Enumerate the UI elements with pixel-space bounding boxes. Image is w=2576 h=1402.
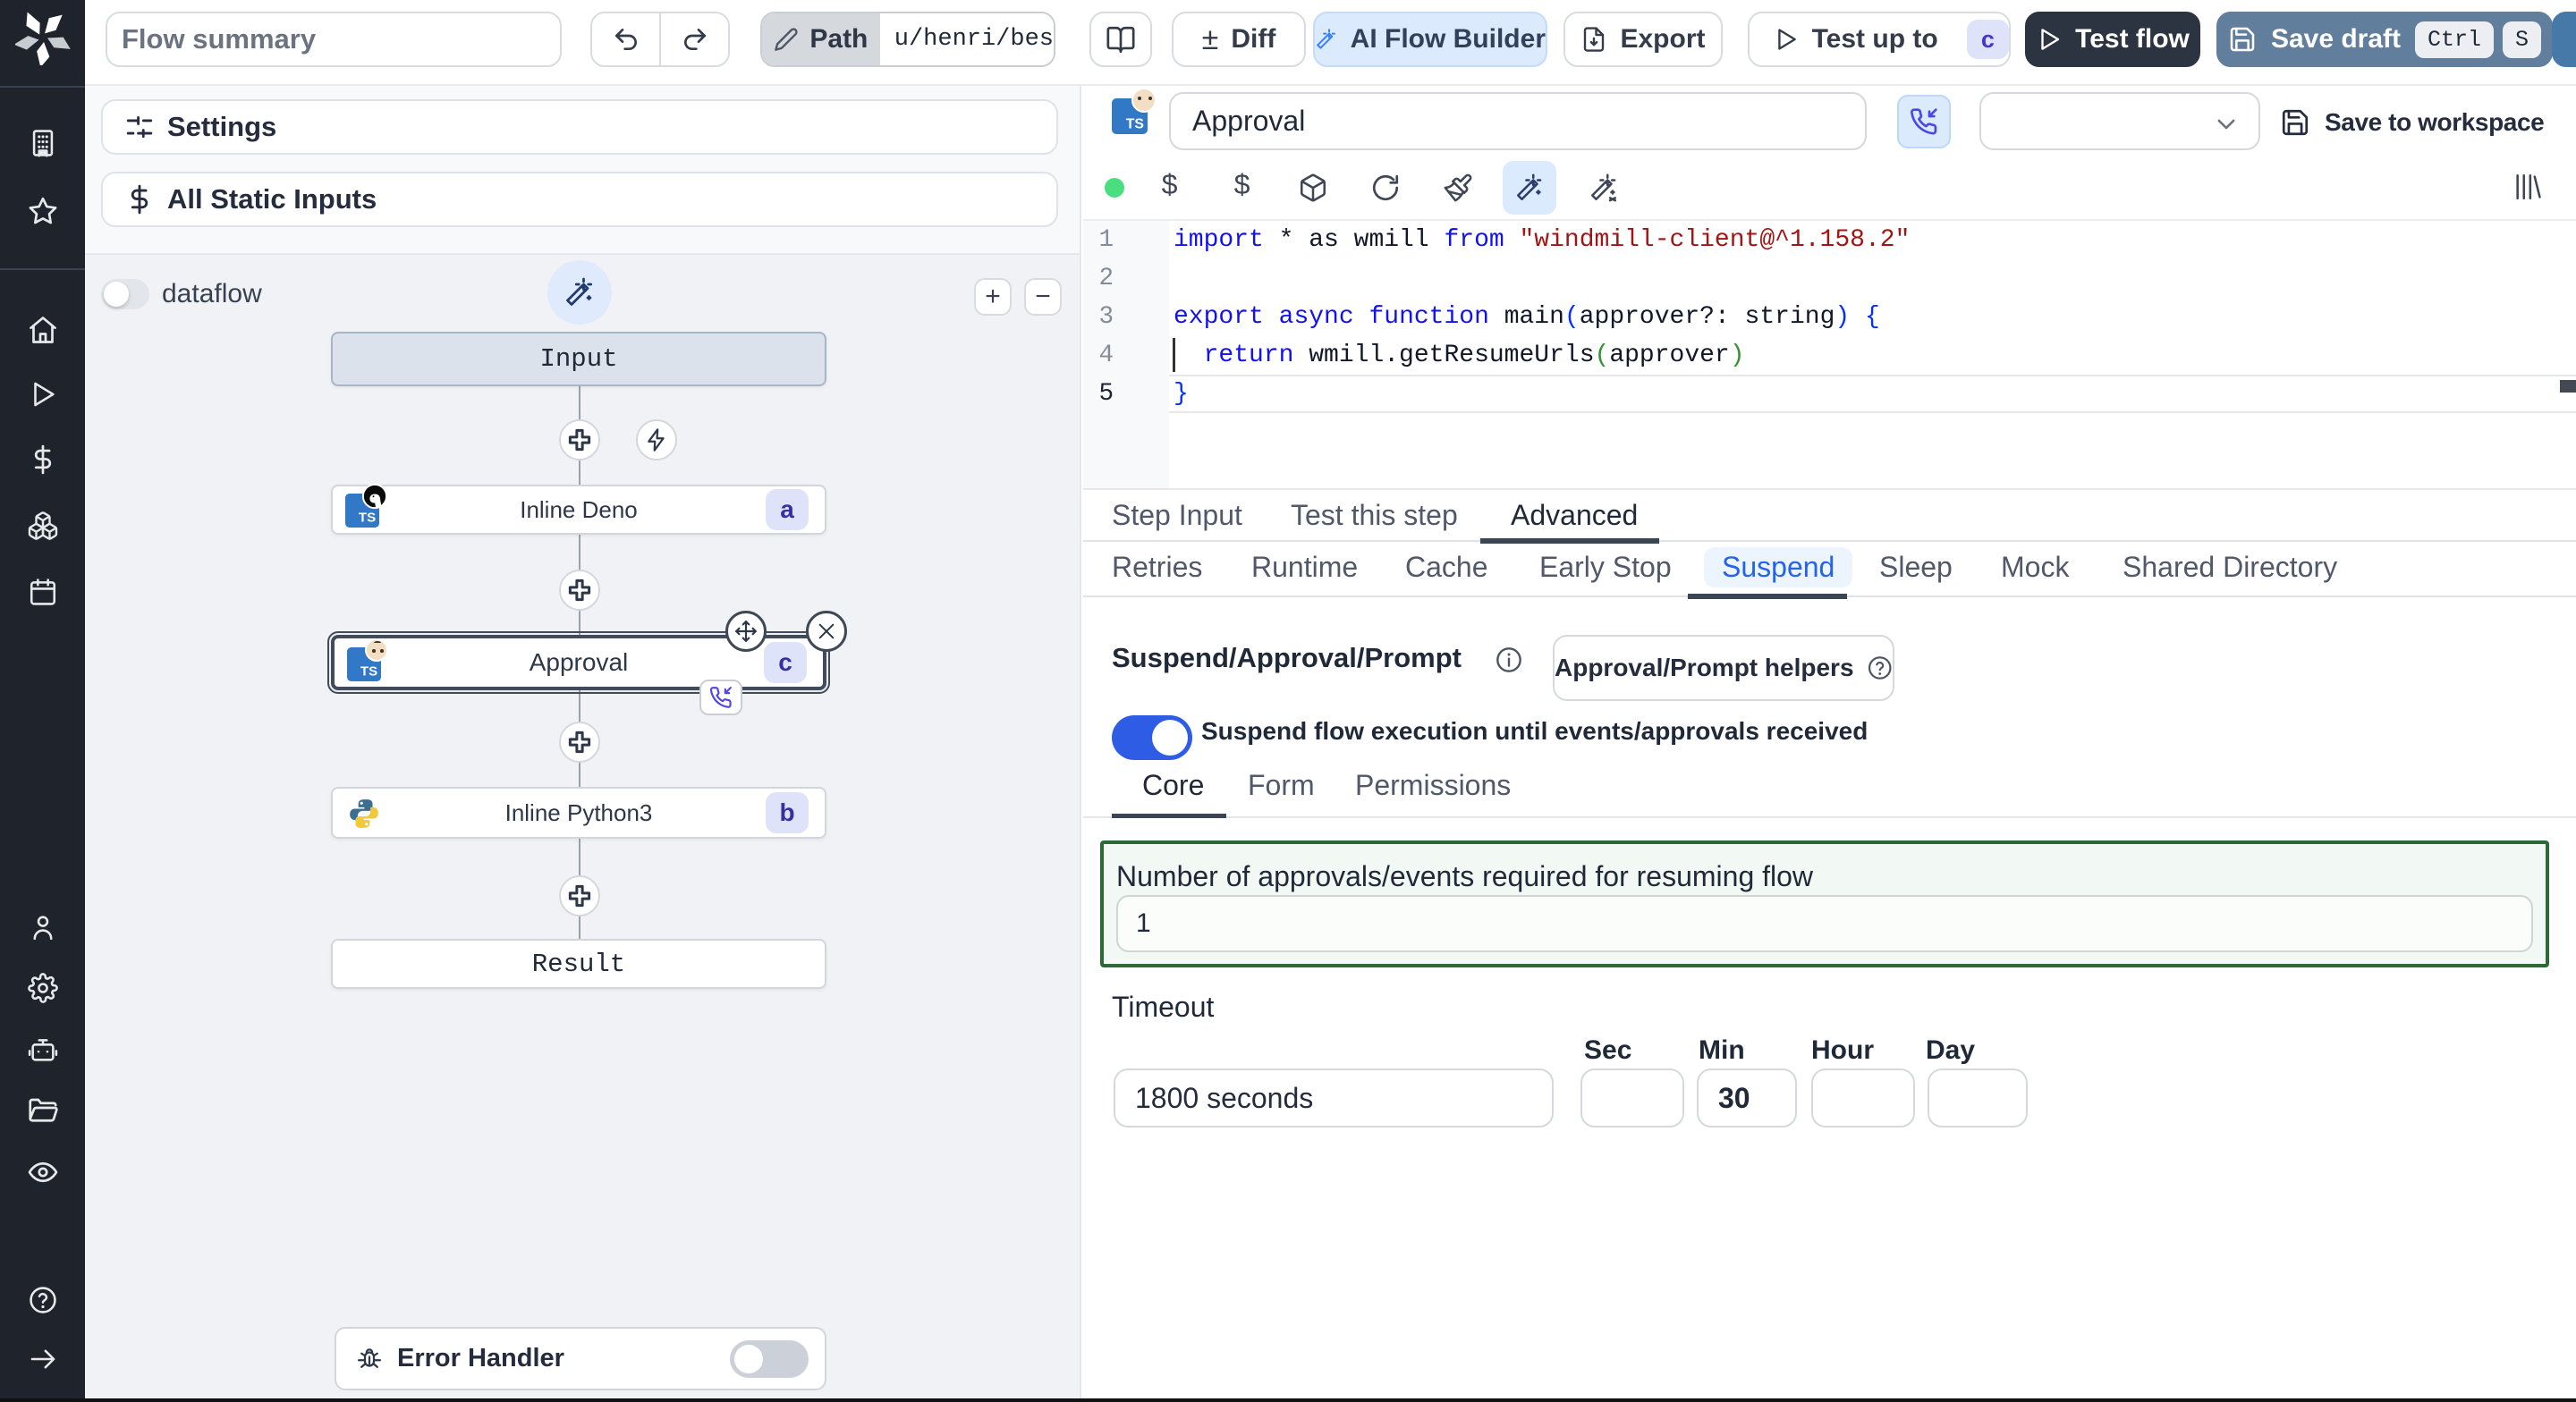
svg-text:TS: TS (1126, 116, 1144, 131)
svg-text:TS: TS (359, 511, 376, 526)
svg-text:TS: TS (360, 664, 377, 680)
